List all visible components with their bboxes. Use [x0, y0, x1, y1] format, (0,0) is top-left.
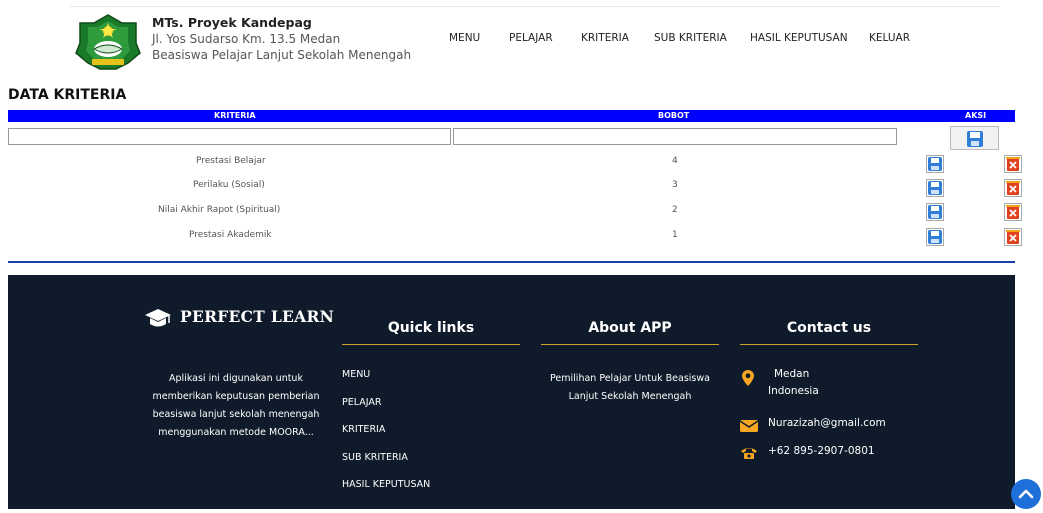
contact-phone[interactable]: +62 895-2907-0801 [768, 443, 875, 460]
email-icon [740, 420, 758, 432]
school-name: MTs. Proyek Kandepag [152, 15, 312, 30]
save-new-button[interactable] [950, 126, 999, 150]
col-aksi: AKSI [965, 111, 987, 120]
nav-keluar[interactable]: KELUAR [869, 32, 910, 44]
nav-menu[interactable]: MENU [449, 32, 480, 44]
nav-kriteria[interactable]: KRITERIA [581, 32, 629, 44]
row-1-bobot: 4 [672, 156, 678, 166]
school-logo [75, 14, 141, 70]
row-3-bobot: 2 [672, 205, 678, 215]
nav-sub-kriteria[interactable]: SUB KRITERIA [654, 32, 727, 44]
edit-save-icon-row-3[interactable] [926, 203, 944, 221]
footer-brand: PERFECT LEARN [180, 307, 335, 326]
delete-icon-row-2[interactable] [1004, 179, 1022, 197]
contact-city: Medan [774, 368, 810, 380]
row-4-bobot: 1 [672, 230, 678, 240]
delete-icon-row-4[interactable] [1004, 228, 1022, 246]
quick-links-heading: Quick links [387, 320, 475, 336]
edit-save-icon-row-2[interactable] [926, 179, 944, 197]
about-app-text: Pemilihan Pelajar Untuk Beasiswa Lanjut … [550, 373, 710, 402]
about-app-underline [541, 344, 719, 345]
row-1-kriteria: Prestasi Belajar [196, 156, 266, 166]
row-4-kriteria: Prestasi Akademik [189, 230, 272, 240]
site-header: MTs. Proyek Kandepag Jl. Yos Sudarso Km.… [0, 7, 1043, 75]
scroll-to-top-button[interactable] [1011, 479, 1041, 509]
quick-links-underline [342, 344, 520, 345]
nav-pelajar[interactable]: PELAJAR [509, 32, 553, 44]
footer-about-text: Aplikasi ini digunakan untuk memberikan … [152, 373, 320, 438]
footer-link-menu[interactable]: MENU [342, 369, 370, 380]
delete-icon-row-3[interactable] [1004, 203, 1022, 221]
save-icon [967, 131, 983, 147]
footer-link-pelajar[interactable]: PELAJAR [342, 397, 381, 408]
graduation-cap-icon [145, 309, 171, 327]
section-divider [8, 261, 1015, 263]
chevron-up-icon [1018, 489, 1034, 499]
col-bobot: BOBOT [658, 111, 690, 120]
app-description: Beasiswa Pelajar Lanjut Sekolah Menengah [152, 48, 412, 62]
contact-heading: Contact us [786, 320, 872, 336]
col-kriteria: KRITERIA [214, 111, 256, 120]
kriteria-input[interactable] [8, 128, 451, 145]
footer-link-hasil-keputusan[interactable]: HASIL KEPUTUSAN [342, 479, 430, 490]
row-3-kriteria: Nilai Akhir Rapot (Spiritual) [158, 205, 281, 215]
school-info: MTs. Proyek Kandepag Jl. Yos Sudarso Km.… [152, 15, 411, 63]
location-pin-icon [742, 370, 754, 386]
phone-icon [741, 448, 757, 459]
contact-email[interactable]: Nurazizah@gmail.com [768, 415, 886, 432]
school-address: Jl. Yos Sudarso Km. 13.5 Medan [152, 32, 341, 46]
contact-underline [740, 344, 918, 345]
edit-save-icon-row-1[interactable] [926, 155, 944, 173]
delete-icon-row-1[interactable] [1004, 155, 1022, 173]
row-2-bobot: 3 [672, 180, 678, 190]
table-header: KRITERIA BOBOT AKSI [8, 110, 1015, 122]
row-2-kriteria: Perilaku (Sosial) [193, 180, 265, 190]
nav-hasil-keputusan[interactable]: HASIL KEPUTUSAN [750, 32, 848, 44]
contact-country: Indonesia [768, 385, 819, 397]
page-title: DATA KRITERIA [8, 87, 127, 103]
edit-save-icon-row-4[interactable] [926, 228, 944, 246]
bobot-input[interactable] [453, 128, 897, 145]
about-app-heading: About APP [588, 320, 672, 336]
top-border [70, 0, 1000, 7]
footer-link-kriteria[interactable]: KRITERIA [342, 424, 385, 435]
footer-link-sub-kriteria[interactable]: SUB KRITERIA [342, 452, 408, 463]
